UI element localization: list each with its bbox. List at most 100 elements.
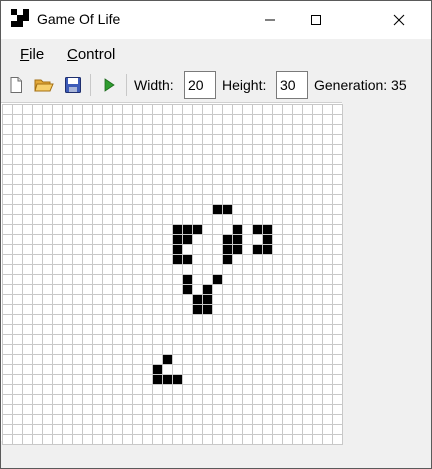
dead-cell[interactable]	[323, 245, 332, 254]
dead-cell[interactable]	[93, 265, 102, 274]
dead-cell[interactable]	[263, 425, 272, 434]
dead-cell[interactable]	[233, 105, 242, 114]
dead-cell[interactable]	[63, 435, 72, 444]
dead-cell[interactable]	[43, 235, 52, 244]
dead-cell[interactable]	[203, 255, 212, 264]
dead-cell[interactable]	[163, 125, 172, 134]
dead-cell[interactable]	[173, 305, 182, 314]
dead-cell[interactable]	[53, 255, 62, 264]
dead-cell[interactable]	[213, 125, 222, 134]
dead-cell[interactable]	[183, 325, 192, 334]
dead-cell[interactable]	[93, 295, 102, 304]
dead-cell[interactable]	[273, 305, 282, 314]
dead-cell[interactable]	[273, 285, 282, 294]
dead-cell[interactable]	[123, 265, 132, 274]
dead-cell[interactable]	[223, 365, 232, 374]
dead-cell[interactable]	[223, 265, 232, 274]
dead-cell[interactable]	[243, 405, 252, 414]
dead-cell[interactable]	[163, 185, 172, 194]
dead-cell[interactable]	[23, 375, 32, 384]
dead-cell[interactable]	[63, 335, 72, 344]
dead-cell[interactable]	[103, 365, 112, 374]
dead-cell[interactable]	[153, 205, 162, 214]
dead-cell[interactable]	[153, 195, 162, 204]
dead-cell[interactable]	[183, 215, 192, 224]
dead-cell[interactable]	[103, 395, 112, 404]
dead-cell[interactable]	[133, 205, 142, 214]
dead-cell[interactable]	[253, 395, 262, 404]
dead-cell[interactable]	[273, 105, 282, 114]
dead-cell[interactable]	[213, 115, 222, 124]
dead-cell[interactable]	[233, 345, 242, 354]
dead-cell[interactable]	[243, 255, 252, 264]
dead-cell[interactable]	[233, 265, 242, 274]
dead-cell[interactable]	[263, 315, 272, 324]
dead-cell[interactable]	[283, 185, 292, 194]
dead-cell[interactable]	[143, 305, 152, 314]
dead-cell[interactable]	[183, 125, 192, 134]
dead-cell[interactable]	[283, 235, 292, 244]
dead-cell[interactable]	[113, 135, 122, 144]
dead-cell[interactable]	[123, 355, 132, 364]
dead-cell[interactable]	[273, 335, 282, 344]
dead-cell[interactable]	[253, 305, 262, 314]
dead-cell[interactable]	[213, 265, 222, 274]
dead-cell[interactable]	[193, 315, 202, 324]
dead-cell[interactable]	[333, 325, 342, 334]
dead-cell[interactable]	[163, 305, 172, 314]
dead-cell[interactable]	[73, 265, 82, 274]
dead-cell[interactable]	[43, 205, 52, 214]
dead-cell[interactable]	[233, 325, 242, 334]
dead-cell[interactable]	[283, 165, 292, 174]
dead-cell[interactable]	[3, 285, 12, 294]
dead-cell[interactable]	[283, 145, 292, 154]
dead-cell[interactable]	[33, 295, 42, 304]
dead-cell[interactable]	[143, 365, 152, 374]
dead-cell[interactable]	[43, 325, 52, 334]
dead-cell[interactable]	[303, 395, 312, 404]
dead-cell[interactable]	[143, 205, 152, 214]
dead-cell[interactable]	[143, 255, 152, 264]
dead-cell[interactable]	[133, 395, 142, 404]
dead-cell[interactable]	[73, 185, 82, 194]
dead-cell[interactable]	[243, 225, 252, 234]
dead-cell[interactable]	[243, 195, 252, 204]
alive-cell[interactable]	[233, 245, 242, 254]
dead-cell[interactable]	[23, 365, 32, 374]
dead-cell[interactable]	[103, 415, 112, 424]
dead-cell[interactable]	[133, 225, 142, 234]
dead-cell[interactable]	[333, 435, 342, 444]
dead-cell[interactable]	[283, 405, 292, 414]
dead-cell[interactable]	[93, 105, 102, 114]
dead-cell[interactable]	[13, 435, 22, 444]
dead-cell[interactable]	[113, 125, 122, 134]
dead-cell[interactable]	[63, 175, 72, 184]
alive-cell[interactable]	[173, 235, 182, 244]
dead-cell[interactable]	[293, 315, 302, 324]
dead-cell[interactable]	[293, 345, 302, 354]
dead-cell[interactable]	[143, 235, 152, 244]
dead-cell[interactable]	[183, 165, 192, 174]
dead-cell[interactable]	[43, 185, 52, 194]
dead-cell[interactable]	[273, 265, 282, 274]
dead-cell[interactable]	[333, 125, 342, 134]
dead-cell[interactable]	[43, 165, 52, 174]
dead-cell[interactable]	[143, 285, 152, 294]
dead-cell[interactable]	[203, 155, 212, 164]
dead-cell[interactable]	[103, 315, 112, 324]
dead-cell[interactable]	[203, 435, 212, 444]
dead-cell[interactable]	[23, 215, 32, 224]
dead-cell[interactable]	[33, 265, 42, 274]
dead-cell[interactable]	[123, 325, 132, 334]
dead-cell[interactable]	[183, 295, 192, 304]
dead-cell[interactable]	[143, 395, 152, 404]
dead-cell[interactable]	[253, 275, 262, 284]
dead-cell[interactable]	[143, 165, 152, 174]
dead-cell[interactable]	[303, 225, 312, 234]
dead-cell[interactable]	[333, 355, 342, 364]
dead-cell[interactable]	[133, 385, 142, 394]
dead-cell[interactable]	[293, 265, 302, 274]
dead-cell[interactable]	[23, 385, 32, 394]
dead-cell[interactable]	[293, 115, 302, 124]
dead-cell[interactable]	[33, 425, 42, 434]
